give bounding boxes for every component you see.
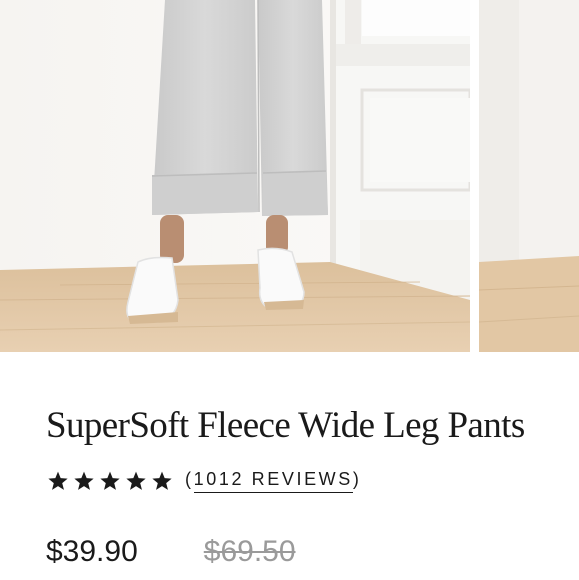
reviews-link[interactable]: (1012 REVIEWS): [185, 469, 361, 493]
product-photo-next[interactable]: [479, 0, 579, 352]
product-image-gallery[interactable]: [0, 0, 579, 352]
star-icon: [100, 471, 120, 490]
star-icon: [74, 471, 94, 490]
star-rating: [47, 470, 173, 492]
original-price: $69.50: [203, 535, 296, 568]
star-icon: [152, 471, 172, 490]
price-row: $39.90 $69.50: [46, 535, 296, 569]
product-photo-next-image: [479, 0, 579, 352]
star-icon: [48, 471, 68, 490]
reviews-close-paren: ): [352, 469, 362, 489]
reviews-open-paren: (: [185, 469, 194, 489]
reviews-count-text: 1012 REVIEWS: [193, 469, 353, 493]
product-photo-main[interactable]: [0, 0, 470, 352]
product-info: SuperSoft Fleece Wide Leg Pants (1012 RE…: [0, 352, 579, 580]
product-title: SuperSoft Fleece Wide Leg Pants: [46, 405, 525, 446]
star-icon: [126, 471, 146, 490]
sale-price: $39.90: [46, 535, 138, 568]
rating-row: (1012 REVIEWS): [47, 469, 361, 493]
product-photo-main-image: [0, 0, 470, 352]
